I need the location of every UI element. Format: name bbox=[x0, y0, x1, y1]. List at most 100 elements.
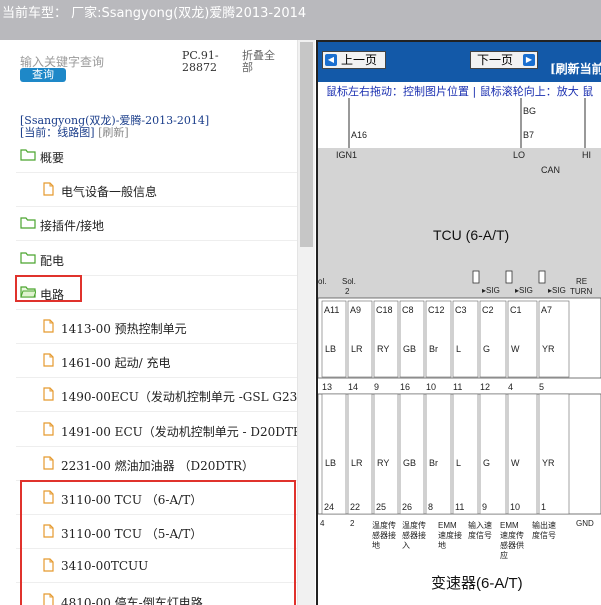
pin-number: 10 bbox=[426, 382, 436, 392]
wire-color-label: W bbox=[511, 344, 520, 354]
pin-label: C18 bbox=[376, 305, 393, 315]
connector-pin-label: 感器接 bbox=[402, 530, 426, 540]
tree-folder[interactable]: 概要 bbox=[16, 139, 304, 173]
gnd-label: GND bbox=[576, 519, 594, 528]
pin-cell bbox=[373, 393, 399, 515]
pin-label: C3 bbox=[455, 305, 467, 315]
next-page-button[interactable]: 下一页 ▶ bbox=[470, 51, 538, 69]
arrow-right-icon: ▶ bbox=[523, 54, 535, 66]
viewer-nav-bar: ◀ 上一页 下一页 ▶ [刷新当前 bbox=[318, 42, 601, 82]
document-icon bbox=[43, 319, 54, 333]
scrollbar-thumb[interactable] bbox=[300, 42, 313, 247]
pin-cell bbox=[347, 393, 373, 515]
wire-color-label: GB bbox=[403, 458, 416, 468]
pin-cell bbox=[399, 393, 425, 515]
pin-label: B7 bbox=[523, 130, 534, 140]
pin-number: 9 bbox=[482, 502, 487, 512]
sig-label: ▸SIG bbox=[548, 286, 566, 295]
pin-cell bbox=[479, 393, 507, 515]
tree-item-label: 2231-00 燃油加油器 （D20DTR） bbox=[61, 458, 255, 473]
pin-number: 10 bbox=[510, 502, 520, 512]
solenoid-label: Sol. bbox=[342, 277, 356, 286]
top-bar: 当前车型： 厂家:Ssangyong(双龙)爱腾2013-2014 bbox=[0, 0, 601, 40]
wire-color-label: G bbox=[483, 344, 490, 354]
re-turn-label: TURN bbox=[570, 287, 592, 296]
pin-number: 16 bbox=[400, 382, 410, 392]
connector-pin-label: 度信号 bbox=[532, 530, 556, 540]
prev-page-button[interactable]: ◀ 上一页 bbox=[322, 51, 386, 69]
pin-label: C1 bbox=[510, 305, 522, 315]
connector-pin-label: EMM bbox=[438, 521, 457, 530]
pin-number: 9 bbox=[374, 382, 379, 392]
pin-number: 4 bbox=[508, 382, 513, 392]
current-location: [当前：线路图] [刷新] bbox=[20, 124, 129, 140]
pin-number: 13 bbox=[322, 382, 332, 392]
wire-color-label: LR bbox=[351, 458, 363, 468]
tree-doc[interactable]: 1461-00 起动/ 充电 bbox=[16, 344, 304, 379]
tree-item-label: 1491-00 ECU（发动机控制单元 - D20DTR bbox=[61, 424, 302, 439]
sensor-symbol bbox=[538, 270, 546, 284]
pin-label: C2 bbox=[482, 305, 494, 315]
document-icon bbox=[43, 387, 54, 401]
tree-item-label: 概要 bbox=[40, 151, 65, 165]
tree-doc[interactable]: 1490-00ECU（发动机控制单元 -GSL G23 bbox=[16, 378, 304, 413]
folder-icon bbox=[20, 217, 36, 229]
connector-pin-label: 地 bbox=[438, 540, 446, 550]
sig-label: ▸SIG bbox=[515, 286, 533, 295]
pc-code: PC.91-28872 bbox=[182, 49, 219, 74]
connector-pin-label: 地 bbox=[372, 540, 380, 550]
connector-pin-label: 温度传 bbox=[372, 520, 396, 530]
document-icon bbox=[43, 456, 54, 470]
pin-number: 11 bbox=[455, 502, 464, 512]
search-button[interactable]: 查询 bbox=[20, 68, 66, 82]
pin-cell bbox=[321, 393, 347, 515]
sig-label: ▸SIG bbox=[482, 286, 500, 295]
folder-icon bbox=[20, 251, 36, 264]
solenoid-label: 2 bbox=[345, 287, 350, 296]
wire-color-label: Br bbox=[429, 458, 438, 468]
connector-pin-label: 输入速 bbox=[468, 520, 492, 530]
tree-doc[interactable]: 1491-00 ECU（发动机控制单元 - D20DTR bbox=[16, 413, 304, 447]
wire-color-label: L bbox=[456, 458, 461, 468]
wire-color-label: YR bbox=[542, 344, 555, 354]
tree-scrollbar[interactable] bbox=[297, 40, 315, 605]
wire-color-label: G bbox=[483, 458, 490, 468]
vehicle-value: 厂家:Ssangyong(双龙)爱腾2013-2014 bbox=[71, 6, 307, 21]
collapse-all-link[interactable]: 折叠全部 bbox=[242, 50, 282, 74]
left-panel: 输入关键字查询 查询 PC.91-28872 折叠全部 [Ssangyong(双… bbox=[0, 40, 316, 605]
tree-folder[interactable]: 接插件/接地 bbox=[16, 207, 304, 242]
solenoid-label: ol. bbox=[318, 277, 326, 286]
pin-number: 24 bbox=[324, 502, 334, 512]
signal-label: LO bbox=[513, 150, 525, 160]
tree-doc[interactable]: 2231-00 燃油加油器 （D20DTR） bbox=[16, 447, 304, 481]
pin-number: 22 bbox=[350, 502, 360, 512]
connector-pin-label: EMM bbox=[500, 521, 519, 530]
wire-color-label: RY bbox=[377, 458, 389, 468]
signal-label: HI bbox=[582, 150, 591, 160]
tree-folder[interactable]: 配电 bbox=[16, 242, 304, 276]
tree-item-label: 1461-00 起动/ 充电 bbox=[61, 356, 171, 371]
connector-pin-label: 速度接 bbox=[438, 530, 462, 540]
pin-number: 1 bbox=[541, 502, 546, 512]
pin-label: A9 bbox=[350, 305, 361, 315]
pin-label: A7 bbox=[541, 305, 552, 315]
pin-number: 8 bbox=[428, 502, 433, 512]
re-turn-label: RE bbox=[576, 277, 587, 286]
connector-pin-label: 度信号 bbox=[468, 530, 492, 540]
sensor-symbol bbox=[472, 270, 480, 284]
pin-number: 14 bbox=[348, 382, 358, 392]
viewer-hint: 鼠标左右拖动：控制图片位置 | 鼠标滚轮向上：放大 鼠 bbox=[318, 82, 601, 98]
refresh-current-button[interactable]: [刷新当前 bbox=[550, 60, 601, 77]
refresh-link[interactable]: [刷新] bbox=[98, 126, 129, 139]
hint-text: 鼠标左右拖动：控制图片位置 | 鼠标滚轮向上：放大 鼠 bbox=[326, 85, 594, 98]
tree-doc[interactable]: 电气设备一般信息 bbox=[16, 173, 304, 208]
tree-item-label: 接插件/接地 bbox=[40, 219, 105, 234]
wire-color-label: LR bbox=[351, 344, 363, 354]
viewer-panel: ◀ 上一页 下一页 ▶ [刷新当前 鼠标左右拖动：控制图片位置 | 鼠标滚轮向上… bbox=[316, 40, 601, 605]
tree-doc[interactable]: 1413-00 预热控制单元 bbox=[16, 310, 304, 344]
arrow-left-icon: ◀ bbox=[325, 54, 337, 66]
wiring-diagram[interactable]: BG B7 A16 IGN1 LO HI CAN TCU (6-A/T) ▸SIG ▸SIG ▸SI… bbox=[318, 98, 601, 605]
pin-number: 5 bbox=[539, 382, 544, 392]
wire-color-label: Br bbox=[429, 344, 438, 354]
document-icon bbox=[43, 353, 54, 367]
